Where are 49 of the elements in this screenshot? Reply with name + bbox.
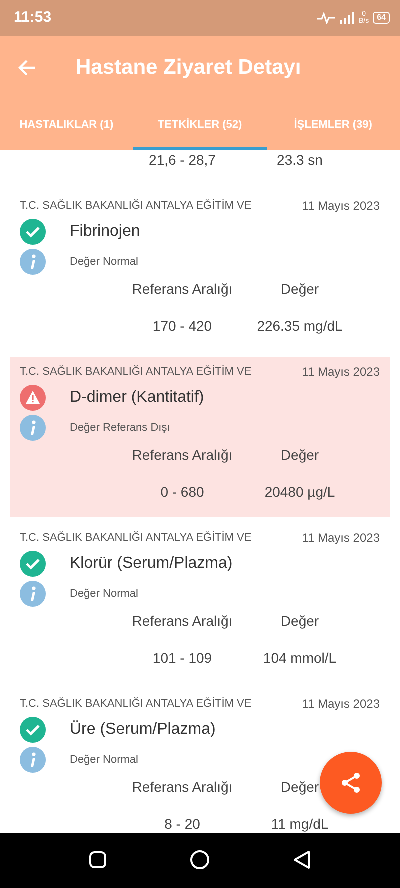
reference-range: 8 - 20 xyxy=(164,815,202,833)
info-icon xyxy=(20,415,46,441)
status-text: Değer Referans Dışı xyxy=(70,420,170,436)
column-label: Referans Aralığı xyxy=(131,778,234,797)
test-name: Fibrinojen xyxy=(70,222,140,242)
info-icon xyxy=(20,747,46,773)
test-name: D-dimer (Kantitatif) xyxy=(70,388,204,408)
reference-range: 0 - 680 xyxy=(160,483,206,502)
status-text: Değer Normal xyxy=(70,586,138,602)
info-icon xyxy=(20,581,46,607)
test-name: Klorür (Serum/Plazma) xyxy=(70,554,233,574)
status-text: Değer Normal xyxy=(70,752,138,768)
date: 11 Mayıs 2023 xyxy=(302,364,380,381)
column-label: Değer xyxy=(280,612,320,631)
hospital-name: T.C. SAĞLIK BAKANLIĞI ANTALYA EĞİTİM VE xyxy=(20,696,252,712)
page-title: Hastane Ziyaret Detayı xyxy=(76,55,302,82)
info-icon xyxy=(20,249,46,275)
column-label: Referans Aralığı xyxy=(131,280,234,299)
test-name: Üre (Serum/Plazma) xyxy=(70,720,216,740)
column-label: Değer xyxy=(280,280,320,299)
hospital-name: T.C. SAĞLIK BAKANLIĞI ANTALYA EĞİTİM VE xyxy=(20,364,252,380)
result-value: 104 mmol/L xyxy=(262,649,338,668)
share-button[interactable] xyxy=(320,752,382,814)
hospital-name: T.C. SAĞLIK BAKANLIĞI ANTALYA EĞİTİM VE xyxy=(20,198,252,214)
result-value: 226.35 mg/dL xyxy=(256,317,344,336)
result-value: 23.3 sn xyxy=(276,151,324,170)
reference-range: 101 - 109 xyxy=(152,649,214,668)
share-icon xyxy=(339,771,363,795)
activity-icon xyxy=(316,12,335,24)
date: 11 Mayıs 2023 xyxy=(302,530,380,547)
column-label: Değer xyxy=(280,446,320,465)
home-button[interactable] xyxy=(190,848,210,872)
tab[interactable]: İŞLEMLER (39) xyxy=(266,100,400,150)
signal-icon xyxy=(338,12,355,24)
tab[interactable]: TETKİKLER (52) xyxy=(133,100,267,150)
date: 11 Mayıs 2023 xyxy=(302,696,380,713)
column-label: Referans Aralığı xyxy=(131,446,234,465)
clock: 11:53 xyxy=(14,8,52,28)
reference-range: 21,6 - 28,7 xyxy=(148,151,217,170)
date: 11 Mayıs 2023 xyxy=(302,198,380,215)
tab[interactable]: HASTALIKLAR (1) xyxy=(0,100,134,150)
column-label: Referans Aralığı xyxy=(131,612,234,631)
reference-range: 170 - 420 xyxy=(152,317,214,336)
battery-icon: 64 xyxy=(373,12,390,24)
column-label: Değer xyxy=(280,778,320,797)
hospital-name: T.C. SAĞLIK BAKANLIĞI ANTALYA EĞİTİM VE xyxy=(20,530,252,546)
status-text: Değer Normal xyxy=(70,254,138,270)
result-value: 20480 µg/L xyxy=(264,483,336,502)
result-value: 11 mg/dL xyxy=(270,815,330,833)
